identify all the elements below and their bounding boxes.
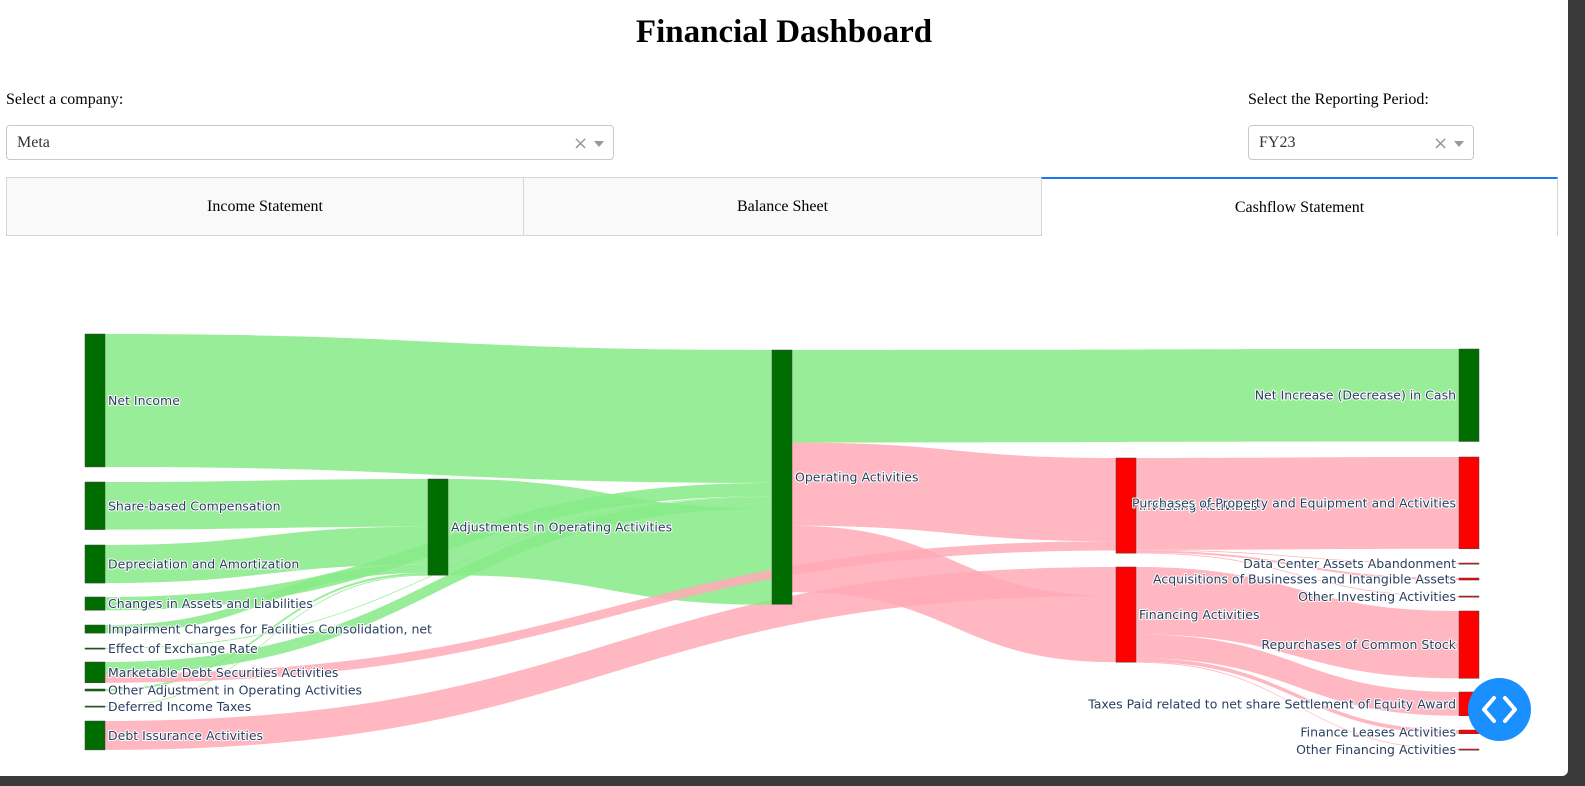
node-adjustments-in-operating-activities[interactable] [427,478,449,576]
node-other-adjustment-in-operating-activities[interactable] [84,688,106,692]
node-deferred-income-taxes[interactable] [84,705,106,708]
node-effect-of-exchange-rate[interactable] [84,647,106,650]
node-label-impairment-charges-for-facilities-consolidation-net: Impairment Charges for Facilities Consol… [108,622,432,637]
link-operating-activities-to-investing-activities[interactable] [792,442,1116,542]
node-debt-issurance-activities[interactable] [84,720,106,751]
node-label-financing-activities: Financing Activities [1139,607,1259,622]
node-net-income[interactable] [84,333,106,468]
link-net-income-to-operating-activities[interactable] [105,334,772,483]
node-net-increase-decrease-in-cash[interactable] [1458,348,1480,442]
code-toggle-button[interactable] [1468,678,1531,741]
node-label-finance-leases-activities: Finance Leases Activities [1300,724,1456,739]
node-other-financing-activities[interactable] [1458,748,1480,751]
node-label-debt-issurance-activities: Debt Issurance Activities [108,728,263,743]
node-label-taxes-paid-related-to-net-share-settlement-of-equity-award: Taxes Paid related to net share Settleme… [1087,696,1456,711]
dashboard-window: Financial Dashboard Select a company: Me… [0,0,1568,776]
node-label-repurchases-of-common-stock: Repurchases of Common Stock [1261,637,1456,652]
node-acquisitions-of-businesses-and-intangible-assets[interactable] [1458,577,1480,581]
node-depreciation-and-amortization[interactable] [84,544,106,584]
node-other-investing-activities[interactable] [1458,595,1480,598]
node-label-marketable-debt-securities-activities: Marketable Debt Securities Activities [108,665,338,680]
node-label-depreciation-and-amortization: Depreciation and Amortization [108,557,299,572]
node-label-other-adjustment-in-operating-activities: Other Adjustment in Operating Activities [108,683,362,698]
node-label-purchases-of-property-and-equipment-and-activities: Purchases of Property and Equipment and … [1132,495,1456,510]
code-brackets-icon [1482,696,1517,723]
node-label-changes-in-assets-and-liabilities: Changes in Assets and Liabilities [108,596,313,611]
node-label-adjustments-in-operating-activities: Adjustments in Operating Activities [451,520,672,535]
node-share-based-compensation[interactable] [84,481,106,530]
node-marketable-debt-securities-activities[interactable] [84,661,106,683]
node-impairment-charges-for-facilities-consolidation-net[interactable] [84,624,106,634]
node-operating-activities[interactable] [771,349,793,605]
node-label-deferred-income-taxes: Deferred Income Taxes [108,699,251,714]
node-label-share-based-compensation: Share-based Compensation [108,498,281,513]
node-data-center-assets-abandonment[interactable] [1458,562,1480,565]
node-label-other-investing-activities: Other Investing Activities [1298,589,1456,604]
node-label-other-financing-activities: Other Financing Activities [1296,742,1456,757]
node-label-data-center-assets-abandonment: Data Center Assets Abandonment [1243,556,1456,571]
node-repurchases-of-common-stock[interactable] [1458,610,1480,679]
node-changes-in-assets-and-liabilities[interactable] [84,596,106,611]
node-label-operating-activities: Operating Activities [795,470,919,485]
node-label-acquisitions-of-businesses-and-intangible-assets: Acquisitions of Businesses and Intangibl… [1153,572,1456,587]
node-purchases-of-property-and-equipment-and-activities[interactable] [1458,456,1480,550]
node-financing-activities[interactable] [1115,566,1137,663]
node-label-net-income: Net Income [108,393,180,408]
cashflow-sankey-chart: Net Income Share-based Compensation Deprec… [84,333,1480,758]
node-label-effect-of-exchange-rate: Effect of Exchange Rate [108,641,258,656]
node-label-net-increase-decrease-in-cash: Net Increase (Decrease) in Cash [1255,388,1456,403]
